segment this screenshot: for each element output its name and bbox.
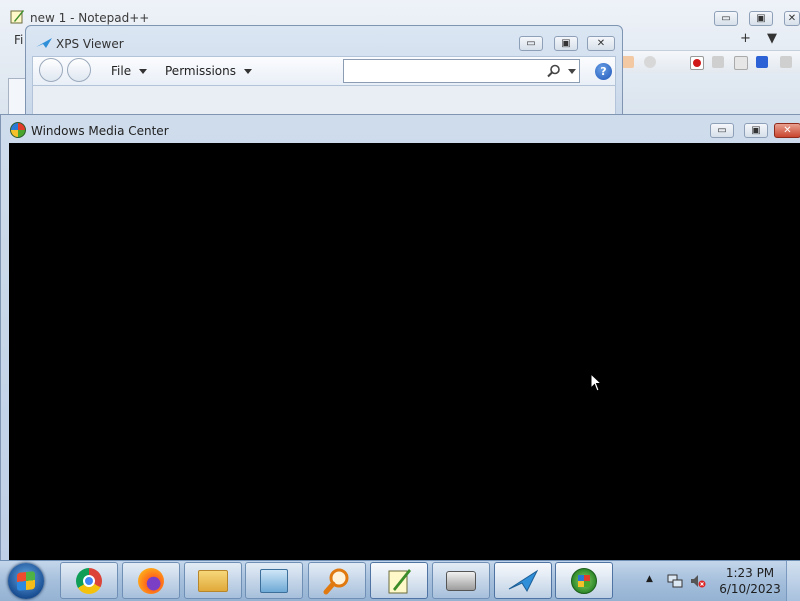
- notepad-plus-plus-app-icon: [10, 10, 24, 24]
- notepad-plus-plus-icon: [388, 568, 411, 593]
- volume-muted-icon[interactable]: [690, 573, 706, 589]
- xps-maximize-button[interactable]: ▣: [554, 36, 578, 51]
- taskbar-media-center-button[interactable]: [555, 562, 613, 599]
- notepad-menu-file[interactable]: Fi: [14, 33, 23, 47]
- windows-media-center-app-icon: [10, 122, 26, 138]
- folder-icon[interactable]: [622, 56, 634, 68]
- system-clock[interactable]: 1:23 PM 6/10/2023: [712, 565, 788, 597]
- fax-scan-icon: [446, 570, 476, 591]
- minimize-icon: ▭: [721, 13, 731, 24]
- wmc-close-button[interactable]: ✕: [774, 123, 800, 138]
- media-center-icon: [571, 567, 597, 594]
- taskbar-firefox-button[interactable]: [122, 562, 180, 599]
- xps-viewer-app-icon: [36, 38, 52, 48]
- media-center-display[interactable]: [9, 143, 800, 562]
- wmc-maximize-button[interactable]: ▣: [744, 123, 768, 138]
- taskbar-search-button[interactable]: [308, 562, 366, 599]
- save-macro-icon[interactable]: [780, 56, 792, 68]
- notepad-window-title: new 1 - Notepad++: [30, 11, 150, 25]
- clock-date: 6/10/2023: [719, 582, 781, 596]
- taskbar-control-panel-button[interactable]: [245, 562, 303, 599]
- notepad-toolbar: [614, 50, 800, 73]
- xps-file-menu[interactable]: File: [111, 64, 148, 78]
- xps-search-box[interactable]: [343, 59, 580, 83]
- search-dropdown-icon[interactable]: [568, 69, 576, 74]
- taskbar-chrome-button[interactable]: [60, 562, 118, 599]
- minimize-icon: ▭: [717, 125, 727, 136]
- windows-logo-icon: [17, 571, 35, 591]
- comment-icon[interactable]: [644, 56, 656, 68]
- wmc-minimize-button[interactable]: ▭: [710, 123, 734, 138]
- forward-arrow-icon[interactable]: [67, 58, 91, 82]
- taskbar-fax-scan-button[interactable]: [432, 562, 490, 599]
- record-macro-icon[interactable]: [690, 56, 704, 70]
- wmc-window-title: Windows Media Center: [31, 124, 169, 138]
- notepad-close-button[interactable]: ✕: [784, 11, 800, 26]
- control-panel-icon: [260, 568, 288, 593]
- xps-window-title: XPS Viewer: [56, 37, 124, 51]
- show-hidden-icons-button[interactable]: ▲: [646, 574, 653, 584]
- xps-minimize-button[interactable]: ▭: [519, 36, 543, 51]
- tab-list-button[interactable]: ▼: [767, 31, 777, 46]
- show-desktop-button[interactable]: [786, 561, 800, 601]
- stop-macro-icon[interactable]: [712, 56, 724, 68]
- minimize-icon: ▭: [526, 38, 536, 49]
- xps-close-button[interactable]: ✕: [587, 36, 615, 51]
- xps-permissions-menu[interactable]: Permissions: [165, 64, 252, 78]
- taskbar-xps-viewer-button[interactable]: [494, 562, 552, 599]
- start-button[interactable]: [8, 563, 44, 599]
- file-explorer-icon: [198, 569, 228, 592]
- xps-search-input[interactable]: [346, 62, 540, 80]
- help-icon[interactable]: ?: [595, 63, 612, 80]
- taskbar-explorer-button[interactable]: [184, 562, 242, 599]
- notepad-maximize-button[interactable]: ▣: [749, 11, 773, 26]
- close-icon: ✕: [783, 125, 792, 136]
- clock-time: 1:23 PM: [725, 566, 775, 580]
- firefox-icon: [138, 567, 164, 594]
- search-icon[interactable]: [547, 64, 561, 78]
- taskbar-notepad-button[interactable]: [370, 562, 428, 599]
- chrome-icon: [76, 567, 102, 594]
- back-arrow-icon[interactable]: [39, 58, 63, 82]
- close-icon: ✕: [787, 13, 797, 24]
- search-magnifier-icon: [323, 568, 349, 594]
- xps-toolbar: File Permissions ?: [32, 56, 616, 86]
- maximize-icon: ▣: [751, 125, 761, 136]
- close-icon: ✕: [596, 38, 606, 49]
- network-icon[interactable]: [667, 573, 683, 589]
- taskbar: ▲ 1:23 PM 6/10/2023: [0, 560, 800, 601]
- maximize-icon: ▣: [756, 13, 766, 24]
- xps-document-area: [32, 86, 616, 116]
- run-multiple-macro-icon[interactable]: [756, 56, 768, 68]
- xps-viewer-icon: [508, 569, 538, 592]
- play-macro-icon[interactable]: [734, 56, 748, 70]
- maximize-icon: ▣: [561, 38, 571, 49]
- mouse-cursor-icon: [590, 373, 603, 392]
- windows-media-center-window[interactable]: Windows Media Center ▭ ▣ ✕: [0, 114, 800, 562]
- notepad-minimize-button[interactable]: ▭: [714, 11, 738, 26]
- chevron-down-icon: [139, 69, 148, 74]
- chevron-down-icon: [243, 69, 252, 74]
- xps-viewer-window[interactable]: XPS Viewer ▭ ▣ ✕ File Permissions ?: [25, 25, 623, 116]
- new-tab-button[interactable]: +: [740, 31, 751, 46]
